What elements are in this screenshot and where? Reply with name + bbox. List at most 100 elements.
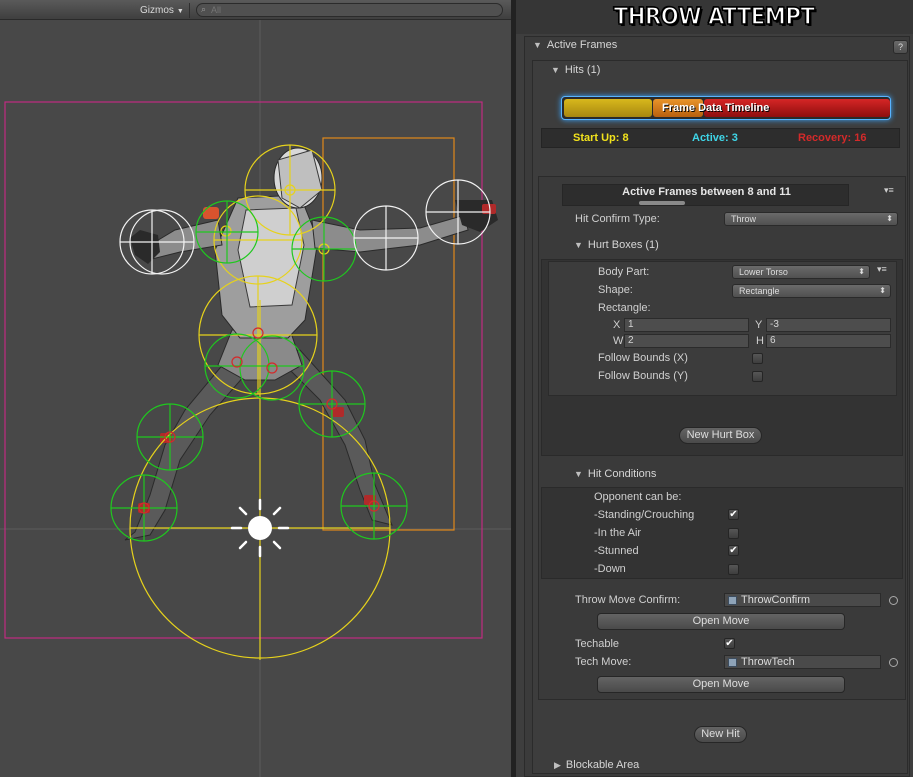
hit-conditions-foldout[interactable]: ▼ Hit Conditions (574, 468, 656, 480)
active-frames-slider-track[interactable] (639, 201, 685, 205)
active-frames-foldout[interactable]: ▼ Active Frames (533, 39, 617, 51)
new-hurt-box-label: New Hurt Box (686, 429, 755, 441)
condition-down-checkbox[interactable] (728, 564, 739, 575)
hurt-boxes-foldout[interactable]: ▼ Hurt Boxes (1) (574, 239, 659, 251)
rect-h-label: H (756, 335, 764, 347)
move-title: THROW ATTEMPT (613, 3, 816, 31)
scene-canvas[interactable] (0, 20, 511, 777)
active-stat: Active: 3 (692, 132, 738, 144)
follow-bounds-x-label: Follow Bounds (X) (598, 352, 688, 364)
throw-move-confirm-value: ThrowConfirm (741, 594, 811, 606)
tech-move-label: Tech Move: (575, 656, 632, 668)
gizmos-dropdown[interactable]: Gizmos ▼ (136, 3, 190, 18)
condition-standing-label: -Standing/Crouching (594, 509, 695, 521)
condition-stunned-checkbox[interactable]: ✔ (728, 545, 739, 556)
updown-arrow-icon: ⬍ (886, 214, 893, 223)
blockable-area-foldout[interactable]: ▶ Blockable Area (554, 759, 639, 771)
techable-label: Techable (575, 638, 620, 650)
scene-search-input[interactable] (211, 4, 491, 16)
frame-stats: Start Up: 8 Active: 3 Recovery: 16 (541, 128, 900, 148)
scriptable-object-icon (728, 596, 737, 605)
timeline-startup-segment (564, 99, 652, 117)
rect-w-label: W (613, 335, 624, 347)
open-move-label: Open Move (692, 615, 750, 627)
shape-value: Rectangle (739, 286, 780, 296)
context-menu-icon[interactable]: ▾≡ (884, 185, 894, 196)
follow-bounds-x-checkbox[interactable] (752, 353, 763, 364)
shape-label: Shape: (598, 284, 633, 296)
follow-bounds-y-label: Follow Bounds (Y) (598, 370, 688, 382)
hurt-box-menu-icon[interactable]: ▾≡ (877, 264, 887, 275)
chevron-down-icon: ▼ (176, 8, 184, 15)
rect-y-field[interactable]: -3 (766, 318, 891, 332)
condition-down-label: -Down (594, 563, 626, 575)
hit-confirm-type-value: Throw (731, 214, 757, 224)
checkmark-icon: ✔ (725, 638, 734, 649)
object-picker-icon[interactable] (889, 658, 898, 667)
tech-move-field[interactable]: ThrowTech (724, 655, 881, 669)
open-move-label-2: Open Move (692, 678, 750, 690)
frame-data-timeline[interactable]: Frame Data Timeline (561, 96, 891, 120)
hits-label: Hits (1) (564, 64, 601, 76)
condition-in-air-checkbox[interactable] (728, 528, 739, 539)
move-title-banner: THROW ATTEMPT (516, 0, 913, 34)
editor-window: Gizmos ▼ ⌕ All THROW ATTEMPT ▼ Active Fr… (0, 0, 913, 777)
checkmark-icon: ✔ (729, 545, 738, 556)
active-frames-slider[interactable]: Active Frames between 8 and 11 (562, 184, 849, 206)
rect-y-label: Y (755, 319, 763, 331)
checkmark-icon: ✔ (729, 509, 738, 520)
startup-stat: Start Up: 8 (573, 132, 629, 144)
rect-x-field[interactable]: 1 (624, 318, 749, 332)
rect-h-field[interactable]: 6 (766, 334, 891, 348)
updown-arrow-icon: ⬍ (879, 286, 886, 295)
triangle-down-icon: ▼ (574, 240, 583, 250)
timeline-label: Frame Data Timeline (662, 102, 770, 114)
new-hit-button[interactable]: New Hit (694, 726, 747, 743)
follow-bounds-y-checkbox[interactable] (752, 371, 763, 382)
hurt-boxes-label: Hurt Boxes (1) (587, 239, 659, 251)
hit-confirm-type-dropdown[interactable]: Throw ⬍ (724, 212, 898, 226)
triangle-down-icon: ▼ (551, 65, 560, 75)
open-move-button-1[interactable]: Open Move (597, 613, 845, 630)
recovery-stat: Recovery: 16 (798, 132, 867, 144)
scene-toolbar: Gizmos ▼ ⌕ (0, 0, 511, 20)
updown-arrow-icon: ⬍ (858, 267, 865, 276)
active-frames-range-label: Active Frames between 8 and 11 (622, 186, 791, 198)
hits-foldout[interactable]: ▼ Hits (1) (551, 64, 600, 76)
scene-view[interactable]: Gizmos ▼ ⌕ (0, 0, 511, 777)
new-hit-label: New Hit (701, 728, 740, 740)
rectangle-label: Rectangle: (598, 302, 651, 314)
rect-w-field[interactable]: 2 (624, 334, 749, 348)
body-part-label: Body Part: (598, 266, 650, 278)
opponent-can-be-label: Opponent can be: (594, 491, 682, 503)
triangle-right-icon: ▶ (554, 760, 561, 770)
help-label: ? (897, 42, 903, 52)
condition-in-air-label: -In the Air (594, 527, 642, 539)
condition-stunned-label: -Stunned (594, 545, 639, 557)
triangle-down-icon: ▼ (533, 40, 542, 50)
rect-x-label: X (613, 319, 621, 331)
object-picker-icon[interactable] (889, 596, 898, 605)
scriptable-object-icon (728, 658, 737, 667)
inspector-panel: THROW ATTEMPT ▼ Active Frames ? ▼ Hits (1)… (516, 0, 913, 777)
active-frames-label: Active Frames (546, 39, 618, 51)
scene-search[interactable]: ⌕ (196, 3, 503, 17)
hit-conditions-label: Hit Conditions (587, 468, 657, 480)
triangle-down-icon: ▼ (574, 469, 583, 479)
new-hurt-box-button[interactable]: New Hurt Box (679, 427, 762, 444)
body-part-dropdown[interactable]: Lower Torso ⬍ (732, 265, 870, 279)
techable-checkbox[interactable]: ✔ (724, 638, 735, 649)
gizmos-label: Gizmos (140, 5, 174, 16)
blockable-area-label: Blockable Area (565, 759, 640, 771)
search-icon: ⌕ (201, 4, 207, 14)
open-move-button-2[interactable]: Open Move (597, 676, 845, 693)
help-button[interactable]: ? (893, 40, 908, 54)
hit-confirm-type-label: Hit Confirm Type: (575, 213, 660, 225)
condition-standing-checkbox[interactable]: ✔ (728, 509, 739, 520)
shape-dropdown[interactable]: Rectangle ⬍ (732, 284, 891, 298)
throw-move-confirm-label: Throw Move Confirm: (575, 594, 681, 606)
throw-move-confirm-field[interactable]: ThrowConfirm (724, 593, 881, 607)
body-part-value: Lower Torso (739, 267, 788, 277)
tech-move-value: ThrowTech (741, 656, 795, 668)
light-gizmo-icon[interactable] (230, 498, 290, 558)
